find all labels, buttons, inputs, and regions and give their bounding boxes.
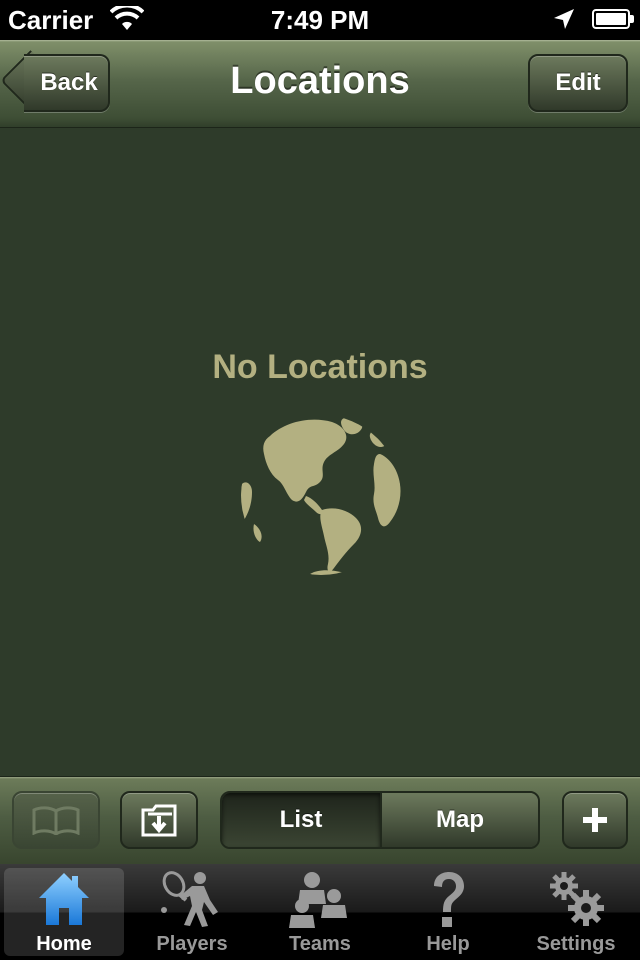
location-arrow-icon [552,7,576,36]
tab-label: Players [156,933,228,955]
add-location-button[interactable] [562,791,628,849]
tab-label: Help [426,933,470,955]
tab-label: Home [36,933,92,955]
teams-icon [288,870,352,934]
locations-content: No Locations [0,128,640,776]
tab-label: Settings [536,933,616,955]
battery-tip [630,15,634,23]
view-mode-segmented-control: List Map [220,791,540,849]
settings-icon [546,870,606,934]
list-segment[interactable]: List [222,793,380,847]
globe-icon [240,414,402,581]
tab-settings[interactable]: Settings [512,864,640,960]
clock: 7:49 PM [270,5,370,35]
status-bar: Carrier 7:49 PM [0,0,640,40]
tennis-player-icon [160,870,224,934]
empty-state-message: No Locations [212,348,428,386]
bottom-toolbar: List Map [0,776,640,864]
help-icon [428,870,468,934]
navigation-bar: Back Locations Edit [0,40,640,128]
tab-bar: Home Players Teams Help Settings [0,864,640,960]
tab-label: Teams [289,933,351,955]
battery-icon [592,9,630,29]
map-segment[interactable]: Map [380,793,538,847]
tab-players[interactable]: Players [128,864,256,960]
tab-home[interactable]: Home [0,864,128,960]
home-icon [36,870,92,934]
tab-teams[interactable]: Teams [256,864,384,960]
book-button[interactable] [12,791,100,849]
import-button[interactable] [120,791,198,849]
tab-help[interactable]: Help [384,864,512,960]
edit-button[interactable]: Edit [528,54,628,112]
